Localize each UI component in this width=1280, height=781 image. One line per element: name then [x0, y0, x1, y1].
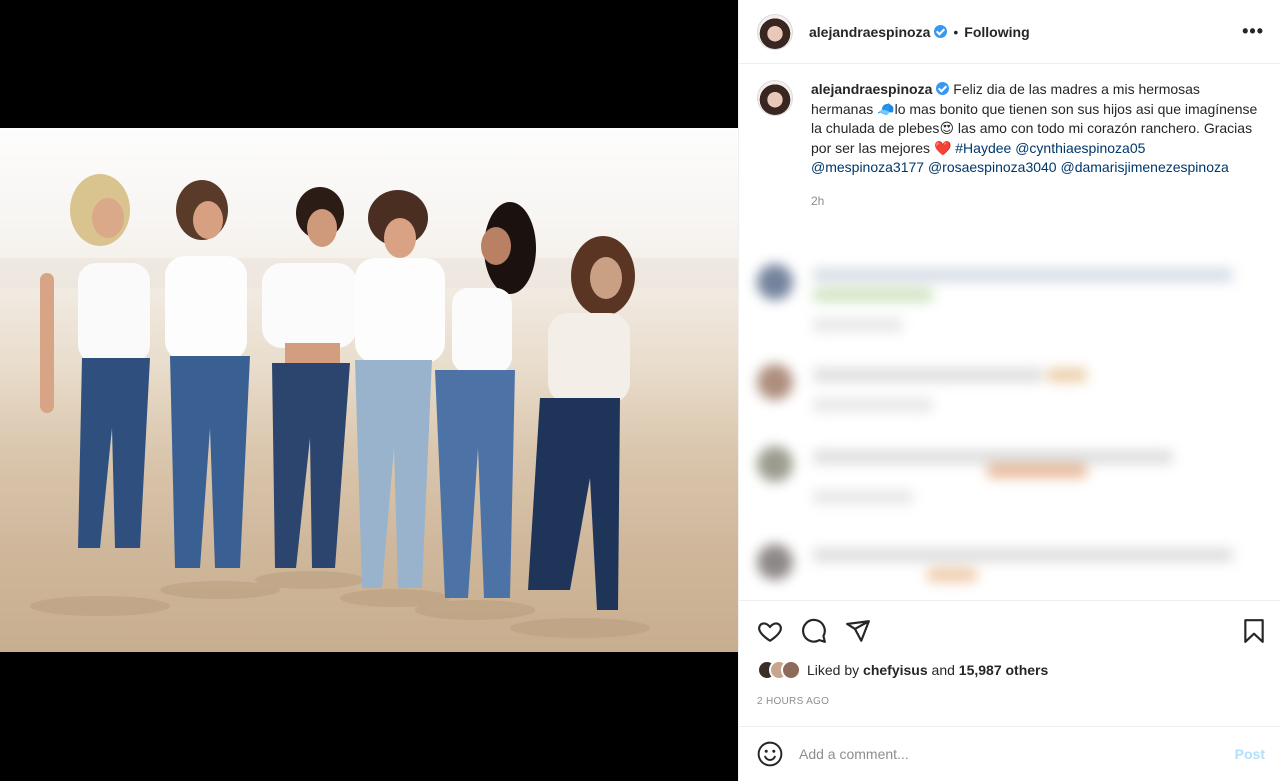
likes-summary: Liked by chefyisus and 15,987 others: [757, 660, 1048, 680]
likes-count[interactable]: 15,987 others: [959, 662, 1049, 678]
comment-input[interactable]: [799, 746, 1235, 762]
hashtag-link[interactable]: #Haydee: [955, 140, 1011, 156]
likes-text: Liked by chefyisus and 15,987 others: [807, 662, 1049, 678]
author-avatar[interactable]: [757, 13, 793, 50]
liker-avatar: [781, 660, 801, 680]
caption-age[interactable]: 2h: [811, 192, 1261, 212]
save-bookmark-icon[interactable]: [1241, 618, 1267, 644]
liker-username[interactable]: chefyisus: [863, 662, 928, 678]
more-options-icon[interactable]: •••: [1242, 21, 1264, 42]
post-media-area: [0, 0, 738, 781]
action-bar: [739, 600, 1280, 660]
mention-link[interactable]: @damarisjimenezespinoza: [1060, 159, 1228, 175]
like-heart-icon[interactable]: [757, 618, 783, 644]
blurred-comments: [749, 258, 1280, 593]
post-header: alejandraespinoza • Following •••: [739, 0, 1280, 64]
mention-link[interactable]: @mespinoza3177: [811, 159, 924, 175]
caption-verified-icon: [936, 82, 950, 95]
caption-text: alejandraespinoza Feliz dia de las madre…: [811, 80, 1261, 211]
post-photo[interactable]: [0, 128, 738, 652]
mention-link[interactable]: @cynthiaespinoza05: [1015, 140, 1145, 156]
comment-icon[interactable]: [801, 618, 827, 644]
red-heart-emoji-icon: ❤️: [933, 139, 952, 156]
beach-photo-illustration: [0, 174, 738, 638]
following-button[interactable]: Following: [964, 24, 1029, 40]
post-timestamp[interactable]: 2 HOURS AGO: [757, 696, 829, 707]
verified-badge-icon: [934, 25, 948, 38]
post-side-panel: alejandraespinoza • Following ••• alejan…: [738, 0, 1280, 781]
caption-avatar[interactable]: [757, 80, 793, 116]
share-send-icon[interactable]: [845, 618, 871, 644]
heart-eyes-emoji-icon: 😍: [939, 120, 955, 136]
cap-emoji-icon: 🧢: [877, 100, 895, 117]
separator-dot: •: [953, 23, 959, 40]
caption-block: alejandraespinoza Feliz dia de las madre…: [739, 64, 1280, 211]
emoji-picker-icon[interactable]: [757, 741, 783, 767]
mention-link[interactable]: @rosaespinoza3040: [928, 159, 1057, 175]
comment-box: Post: [739, 726, 1280, 781]
author-username[interactable]: alejandraespinoza: [809, 24, 930, 40]
post-comment-button[interactable]: Post: [1235, 746, 1265, 762]
caption-username[interactable]: alejandraespinoza: [811, 81, 932, 97]
